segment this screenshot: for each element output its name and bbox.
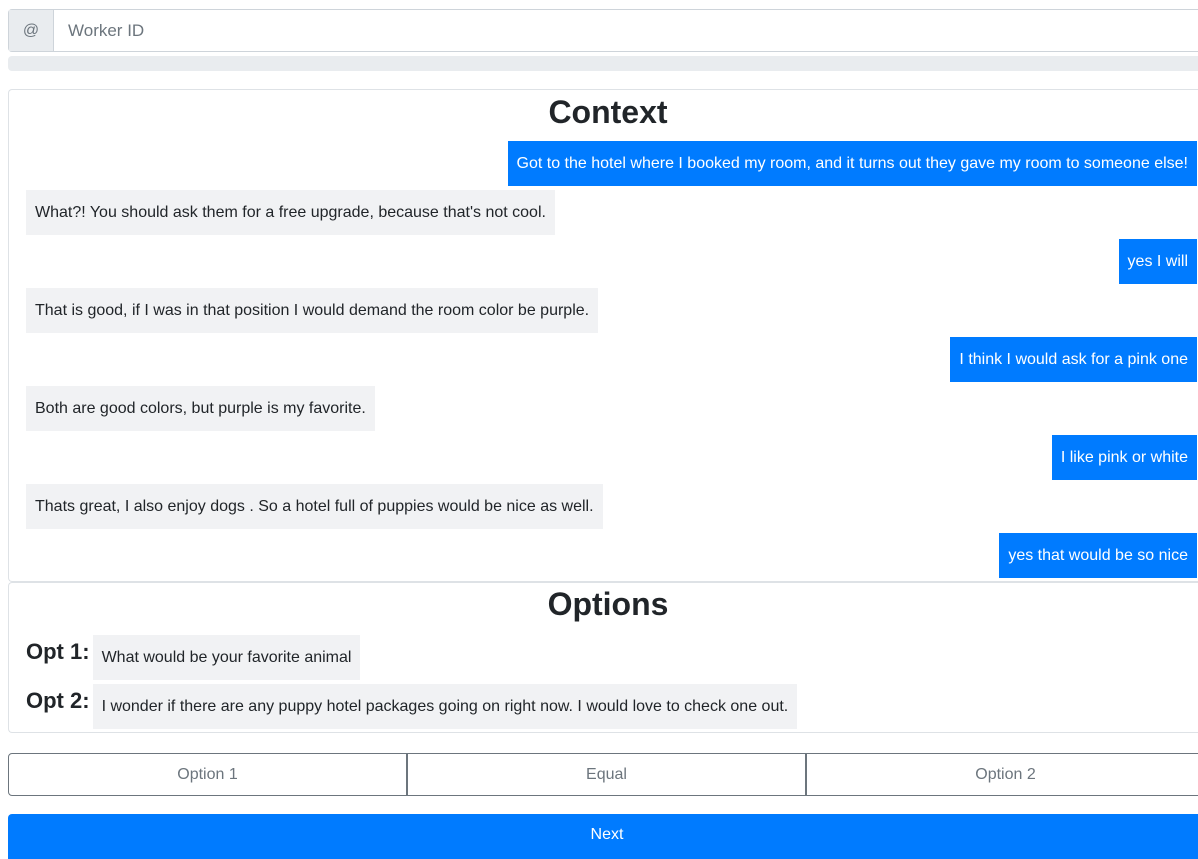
option-1-button[interactable]: Option 1 — [8, 753, 407, 796]
worker-id-input[interactable] — [54, 10, 1198, 51]
next-button[interactable]: Next — [8, 814, 1198, 859]
option-2-button[interactable]: Option 2 — [806, 753, 1198, 796]
worker-id-group: @ — [8, 9, 1198, 52]
at-sign-icon: @ — [9, 10, 54, 51]
options-card: Options Opt 1: What would be your favori… — [8, 582, 1198, 733]
chat-message-partner: That is good, if I was in that position … — [26, 288, 599, 333]
chat-message-user: I think I would ask for a pink one — [950, 337, 1197, 382]
option-2-label: Opt 2: — [26, 687, 90, 713]
option-1-text: What would be your favorite animal — [92, 635, 361, 680]
chat-message-partner: Both are good colors, but purple is my f… — [26, 386, 375, 431]
context-title: Context — [548, 94, 668, 130]
context-card: Context Got to the hotel where I booked … — [8, 89, 1198, 582]
progress-bar — [8, 56, 1198, 71]
equal-button[interactable]: Equal — [407, 753, 806, 796]
chat-message-user: Got to the hotel where I booked my room,… — [507, 141, 1197, 186]
chat-message-user: yes that would be so nice — [999, 533, 1197, 578]
chat-message-partner: Thats great, I also enjoy dogs . So a ho… — [26, 484, 603, 529]
chat-message-partner: What?! You should ask them for a free up… — [26, 190, 555, 235]
chat-message-user: yes I will — [1118, 239, 1197, 284]
options-title: Options — [547, 586, 669, 622]
chat-message-user: I like pink or white — [1051, 435, 1197, 480]
option-1-row: Opt 1: What would be your favorite anima… — [26, 635, 361, 680]
option-2-row: Opt 2: I wonder if there are any puppy h… — [26, 684, 798, 729]
option-1-label: Opt 1: — [26, 638, 90, 664]
option-2-text: I wonder if there are any puppy hotel pa… — [92, 684, 798, 729]
choice-button-group: Option 1 Equal Option 2 — [8, 753, 1198, 796]
